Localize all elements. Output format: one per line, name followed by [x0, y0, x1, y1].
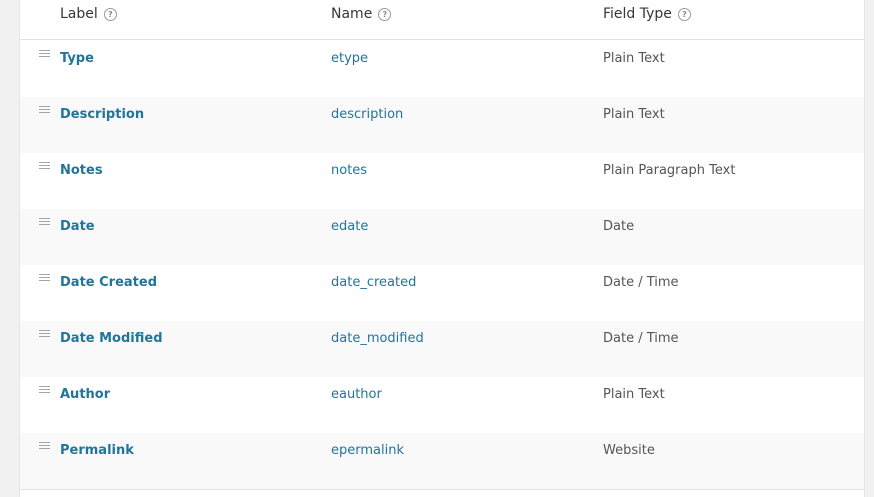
- field-name-link[interactable]: epermalink: [331, 443, 404, 458]
- field-label-link[interactable]: Date Created: [60, 275, 157, 290]
- drag-handle-icon[interactable]: [39, 330, 50, 338]
- column-header-field-type: Field Type ?: [603, 6, 691, 22]
- field-name-link[interactable]: description: [331, 107, 403, 122]
- field-type-text: Plain Text: [603, 107, 665, 122]
- field-label-link[interactable]: Date: [60, 219, 95, 234]
- field-name-link[interactable]: notes: [331, 163, 367, 178]
- table-row: Date Modified date_modified Date / Time: [20, 321, 864, 377]
- field-label-link[interactable]: Description: [60, 107, 144, 122]
- table-row: Author eauthor Plain Text: [20, 377, 864, 433]
- column-header-label-text: Label: [60, 6, 98, 22]
- column-header-name: Name ?: [331, 6, 392, 22]
- table-body: Type etype Plain Text Description descri…: [20, 41, 864, 489]
- field-type-text: Plain Text: [603, 387, 665, 402]
- field-label-link[interactable]: Type: [60, 51, 94, 66]
- field-name-link[interactable]: eauthor: [331, 387, 382, 402]
- fields-table: Label ? Name ? Field Type ? Type etype P…: [19, 0, 865, 497]
- drag-handle-icon[interactable]: [39, 218, 50, 226]
- field-label-link[interactable]: Notes: [60, 163, 103, 178]
- column-header-label: Label ?: [60, 6, 117, 22]
- help-icon[interactable]: ?: [378, 7, 392, 21]
- drag-handle-icon[interactable]: [39, 386, 50, 394]
- table-row: Description description Plain Text: [20, 97, 864, 153]
- table-row: Type etype Plain Text: [20, 41, 864, 97]
- table-row: Date edate Date: [20, 209, 864, 265]
- field-name-link[interactable]: date_modified: [331, 331, 424, 346]
- field-label-link[interactable]: Author: [60, 387, 110, 402]
- field-name-link[interactable]: etype: [331, 51, 368, 66]
- field-type-text: Website: [603, 443, 655, 458]
- column-header-name-text: Name: [331, 6, 373, 22]
- field-name-link[interactable]: edate: [331, 219, 368, 234]
- drag-handle-icon[interactable]: [39, 162, 50, 170]
- drag-handle-icon[interactable]: [39, 50, 50, 58]
- field-type-text: Date: [603, 219, 635, 234]
- column-header-field-type-text: Field Type: [603, 6, 672, 22]
- help-icon[interactable]: ?: [103, 7, 117, 21]
- field-type-text: Date / Time: [603, 331, 679, 346]
- field-type-text: Plain Paragraph Text: [603, 163, 736, 178]
- drag-handle-icon[interactable]: [39, 442, 50, 450]
- table-row: Permalink epermalink Website: [20, 433, 864, 489]
- field-label-link[interactable]: Permalink: [60, 443, 134, 458]
- table-bottom-border: [20, 489, 864, 490]
- table-header: Label ? Name ? Field Type ?: [20, 0, 864, 40]
- field-name-link[interactable]: date_created: [331, 275, 416, 290]
- help-icon[interactable]: ?: [677, 7, 691, 21]
- field-type-text: Plain Text: [603, 51, 665, 66]
- table-row: Notes notes Plain Paragraph Text: [20, 153, 864, 209]
- field-label-link[interactable]: Date Modified: [60, 331, 163, 346]
- table-row: Date Created date_created Date / Time: [20, 265, 864, 321]
- field-type-text: Date / Time: [603, 275, 679, 290]
- drag-handle-icon[interactable]: [39, 106, 50, 114]
- drag-handle-icon[interactable]: [39, 274, 50, 282]
